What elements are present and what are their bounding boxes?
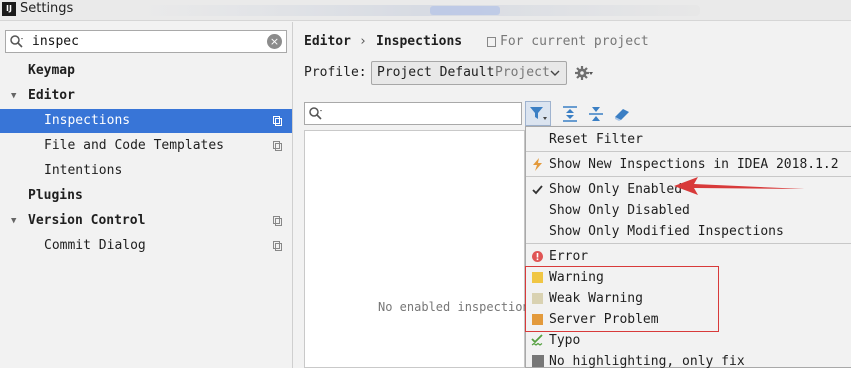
- blurred-background-highlight: [430, 6, 500, 15]
- profile-dropdown[interactable]: Project Default Project: [371, 61, 567, 85]
- filter-icon: [530, 107, 547, 120]
- eraser-icon[interactable]: [612, 104, 632, 124]
- settings-search-box[interactable]: ×: [5, 30, 287, 53]
- clear-search-icon[interactable]: ×: [267, 34, 282, 49]
- settings-search-input[interactable]: [32, 33, 262, 50]
- tree-item-label: Keymap: [28, 63, 75, 78]
- tree-item-label: Editor: [28, 88, 75, 103]
- window-titlebar: IJ Settings: [0, 0, 851, 21]
- tree-item-version-control[interactable]: ▼ Version Control: [0, 209, 292, 233]
- tree-item-label: Plugins: [28, 188, 83, 203]
- menu-item-label: Typo: [549, 333, 581, 348]
- tree-item-editor[interactable]: ▼ Editor: [0, 84, 292, 108]
- breadcrumb-inspections: Inspections: [376, 34, 463, 49]
- breadcrumb-editor: Editor: [304, 34, 351, 49]
- error-icon: [532, 251, 543, 262]
- expand-arrow-icon[interactable]: ▼: [11, 84, 16, 108]
- lightning-icon: [533, 158, 542, 171]
- expand-arrow-icon[interactable]: ▼: [11, 209, 16, 233]
- expand-all-icon[interactable]: [560, 104, 580, 124]
- tree-item-plugins[interactable]: Plugins: [0, 184, 292, 208]
- collapse-all-icon[interactable]: [586, 104, 606, 124]
- tree-item-keymap[interactable]: Keymap: [0, 59, 292, 83]
- filter-button[interactable]: [525, 101, 551, 126]
- menu-item-typo[interactable]: Typo: [526, 330, 851, 351]
- menu-item-show-only-disabled[interactable]: Show Only Disabled: [526, 200, 851, 221]
- no-highlighting-icon: [532, 355, 544, 367]
- project-scope-icon: [487, 37, 496, 47]
- menu-item-label: Show Only Disabled: [549, 203, 690, 218]
- menu-separator: [526, 151, 851, 152]
- project-scope-icon: [273, 241, 282, 251]
- menu-item-no-highlighting[interactable]: No highlighting, only fix: [526, 351, 851, 368]
- profile-value: Project Default: [377, 65, 495, 80]
- profile-label: Profile:: [304, 65, 367, 80]
- tree-item-label: File and Code Templates: [44, 138, 225, 153]
- annotation-highlight-box: [525, 266, 719, 332]
- menu-item-label: Error: [549, 249, 589, 264]
- typo-icon: [531, 334, 543, 346]
- tree-item-file-and-code-templates[interactable]: File and Code Templates: [0, 134, 292, 158]
- menu-item-show-new-inspections[interactable]: Show New Inspections in IDEA 2018.1.2: [526, 154, 851, 175]
- menu-separator: [526, 243, 851, 244]
- inspection-search-box[interactable]: [304, 102, 522, 125]
- menu-item-label: Show New Inspections in IDEA 2018.1.2: [549, 157, 839, 172]
- gear-icon[interactable]: [574, 64, 594, 82]
- tree-item-label: Version Control: [28, 213, 146, 228]
- blurred-background: [140, 5, 700, 16]
- annotation-arrow-icon: [674, 177, 805, 195]
- tree-item-label: Intentions: [44, 163, 123, 178]
- search-icon[interactable]: [9, 34, 25, 50]
- settings-sidebar: × Keymap ▼ Editor Inspections File and C…: [0, 22, 293, 368]
- menu-item-label: Reset Filter: [549, 132, 643, 147]
- tree-item-label: Commit Dialog: [44, 238, 146, 253]
- window-title: Settings: [20, 1, 74, 16]
- project-scope-icon: [273, 116, 282, 126]
- chevron-down-icon[interactable]: [547, 64, 563, 82]
- breadcrumb-separator: ›: [359, 34, 367, 49]
- tree-item-label: Inspections: [44, 113, 131, 128]
- tree-item-intentions[interactable]: Intentions: [0, 159, 292, 183]
- intellij-app-icon: IJ: [2, 2, 16, 16]
- tree-item-inspections[interactable]: Inspections: [0, 109, 292, 133]
- profile-scope: Project: [495, 65, 550, 80]
- menu-item-label: Show Only Modified Inspections: [549, 224, 784, 239]
- menu-item-label: No highlighting, only fix: [549, 354, 745, 368]
- inspection-tree[interactable]: [304, 130, 525, 368]
- for-current-project-label: For current project: [500, 34, 649, 49]
- menu-item-label: Show Only Enabled: [549, 182, 683, 197]
- menu-item-error[interactable]: Error: [526, 246, 851, 267]
- check-icon: [532, 185, 543, 195]
- project-scope-icon: [273, 216, 282, 226]
- empty-tree-message: No enabled inspection: [378, 300, 530, 314]
- project-scope-icon: [273, 141, 282, 151]
- search-icon[interactable]: [308, 106, 324, 122]
- menu-item-show-only-modified[interactable]: Show Only Modified Inspections: [526, 221, 851, 242]
- menu-item-reset-filter[interactable]: Reset Filter: [526, 129, 851, 150]
- tree-item-commit-dialog[interactable]: Commit Dialog: [0, 234, 292, 258]
